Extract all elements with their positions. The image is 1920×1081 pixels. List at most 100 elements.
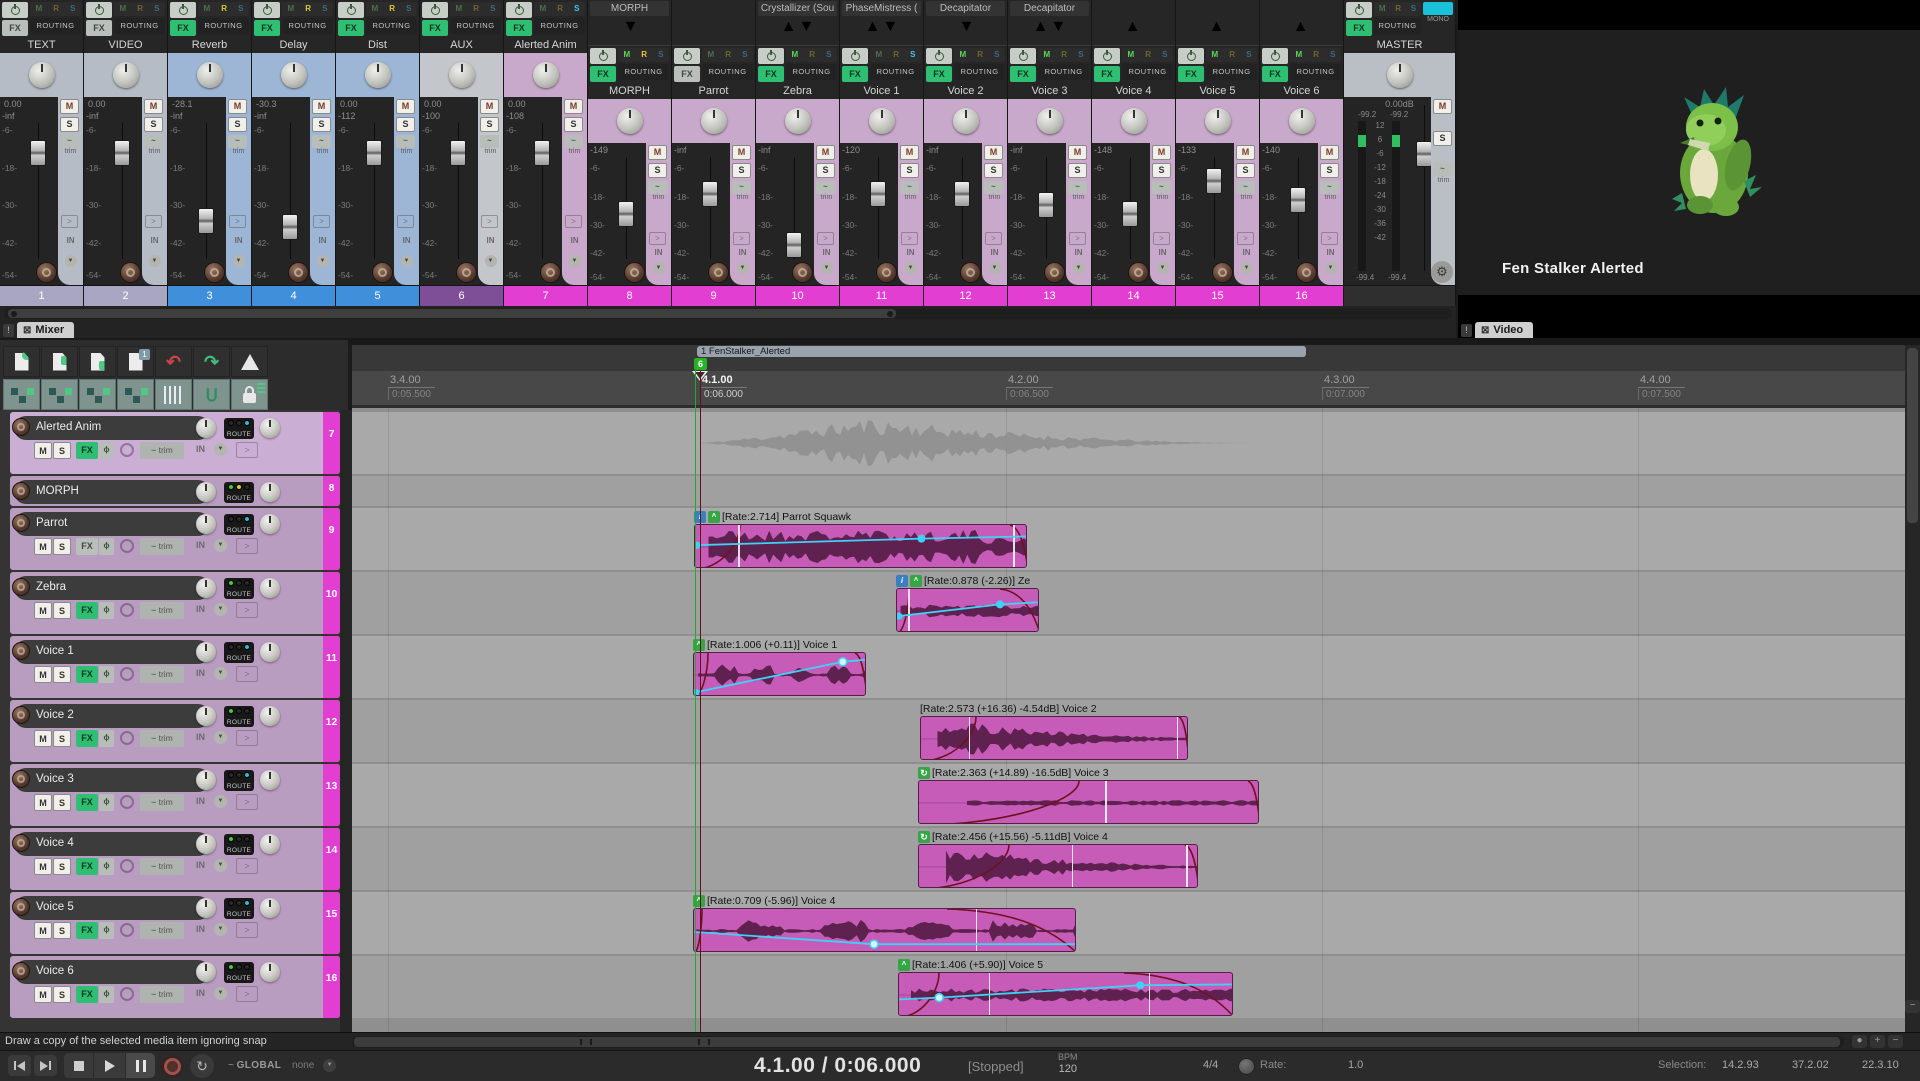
repeat-button[interactable]: ↻ xyxy=(190,1054,214,1078)
indicator-r[interactable]: R xyxy=(137,2,143,16)
track-number-band[interactable]: 4 xyxy=(252,285,335,306)
solo-button[interactable]: S xyxy=(732,163,751,178)
fx-button[interactable]: FX xyxy=(254,20,280,36)
routing-button[interactable]: ROUTING xyxy=(1290,64,1341,80)
indicator-m[interactable]: M xyxy=(540,2,547,16)
volume-fader[interactable] xyxy=(114,140,130,166)
envelope-button[interactable] xyxy=(120,987,134,1001)
group-items-button[interactable] xyxy=(79,379,116,410)
indicator-s[interactable]: S xyxy=(1411,2,1416,16)
input-menu-icon[interactable]: ▼ xyxy=(214,443,227,456)
input-menu-icon[interactable]: ▼ xyxy=(1073,262,1085,274)
record-arm-button[interactable] xyxy=(372,262,393,283)
route-button[interactable]: ROUTE xyxy=(224,834,254,855)
track-lane-voice-5[interactable] xyxy=(352,892,1905,954)
trim-envelope-button[interactable]: ~ trim xyxy=(140,666,184,683)
track-volume-knob[interactable] xyxy=(196,642,216,662)
volume-readout[interactable]: 0.00 xyxy=(340,99,358,109)
fx-insert-slot[interactable]: PhaseMistress (▲▼ xyxy=(840,0,923,46)
solo-button[interactable]: S xyxy=(53,986,71,1003)
input-menu-icon[interactable]: ▼ xyxy=(485,255,497,267)
record-arm-button[interactable] xyxy=(288,262,309,283)
monitor-button[interactable]: > xyxy=(236,858,258,874)
input-menu-icon[interactable]: ▼ xyxy=(214,731,227,744)
fx-insert-slot[interactable] xyxy=(672,0,755,46)
pan-knob[interactable] xyxy=(953,108,979,134)
locking-settings-button[interactable] xyxy=(231,379,268,410)
fx-button[interactable]: FX xyxy=(758,66,784,82)
track-name[interactable]: Voice 1 xyxy=(36,639,74,663)
fx-move-down-icon[interactable]: ▼ xyxy=(1051,18,1067,31)
input-menu-icon[interactable]: ▼ xyxy=(653,262,665,274)
track-number-band[interactable]: 10 xyxy=(323,572,340,634)
volume-fader[interactable] xyxy=(618,201,634,227)
mute-button[interactable]: M xyxy=(732,145,751,160)
input-button[interactable]: IN xyxy=(730,248,755,257)
pan-knob[interactable] xyxy=(113,62,139,88)
mixer-scrollbar[interactable] xyxy=(4,308,1452,319)
track-panel-voice-3[interactable]: Voice 3ROUTEMSFXϕ~ trimIN▼>13 xyxy=(10,764,340,826)
fx-button[interactable]: FX xyxy=(76,794,98,811)
strip-name[interactable]: Delay xyxy=(252,38,335,53)
record-arm-button[interactable] xyxy=(708,262,729,283)
input-menu-icon[interactable]: ▼ xyxy=(317,255,329,267)
track-volume-knob[interactable] xyxy=(196,418,216,438)
fx-button[interactable]: FX xyxy=(1178,66,1204,82)
track-number-band[interactable]: 16 xyxy=(323,956,340,1018)
peak-readout[interactable]: -inf xyxy=(674,145,687,155)
peak-readout[interactable]: -112 xyxy=(338,111,355,121)
input-menu-icon[interactable]: ▼ xyxy=(214,859,227,872)
record-arm-button[interactable] xyxy=(12,418,30,436)
fx-bypass-button[interactable]: ϕ xyxy=(99,442,114,459)
record-arm-button[interactable] xyxy=(12,482,30,500)
stretch-marker[interactable] xyxy=(969,717,971,759)
volume-fader[interactable] xyxy=(1122,201,1138,227)
track-number-band[interactable]: 8 xyxy=(588,285,671,306)
track-name[interactable]: Voice 3 xyxy=(36,767,74,791)
input-button[interactable]: IN xyxy=(196,796,205,806)
solo-button[interactable]: S xyxy=(53,666,71,683)
trim-button[interactable]: ~ xyxy=(984,181,1003,194)
pan-knob[interactable] xyxy=(1205,108,1231,134)
mute-button[interactable]: M xyxy=(144,99,163,114)
fx-insert-slot[interactable]: MORPH▼ xyxy=(588,0,671,46)
track-power-icon[interactable] xyxy=(590,48,616,64)
solo-button[interactable]: S xyxy=(228,117,247,132)
fx-button[interactable]: FX xyxy=(590,66,616,82)
solo-button[interactable]: S xyxy=(1433,131,1452,146)
track-number-band[interactable]: 13 xyxy=(1008,285,1091,306)
pan-knob[interactable] xyxy=(617,108,643,134)
receive-button[interactable]: > xyxy=(1237,232,1254,245)
pan-knob[interactable] xyxy=(785,108,811,134)
track-name[interactable]: Voice 6 xyxy=(36,959,74,983)
selection-end[interactable]: 37.2.02 xyxy=(1792,1059,1829,1071)
mixer-strip-voice-2[interactable]: Decapitator▼FXMRSROUTINGVoice 2-inf-6--1… xyxy=(924,0,1008,306)
metronome-button[interactable] xyxy=(231,346,268,377)
pan-knob[interactable] xyxy=(1387,62,1413,88)
trim-button[interactable]: ~ xyxy=(312,135,331,148)
indicator-m[interactable]: M xyxy=(372,2,379,16)
volume-fader[interactable] xyxy=(534,140,550,166)
indicator-r[interactable]: R xyxy=(473,2,479,16)
input-button[interactable]: IN xyxy=(196,540,205,550)
track-pan-knob[interactable] xyxy=(260,706,280,726)
go-to-end-button[interactable] xyxy=(34,1055,57,1076)
record-arm-button[interactable] xyxy=(12,898,30,916)
solo-button[interactable]: S xyxy=(1320,163,1339,178)
fx-insert-name[interactable]: PhaseMistress ( xyxy=(842,1,921,16)
zoom-in-button[interactable]: + xyxy=(1870,1035,1885,1048)
track-name[interactable]: MORPH xyxy=(36,479,79,503)
input-menu-icon[interactable]: ▼ xyxy=(214,539,227,552)
selection-length[interactable]: 22.3.10 xyxy=(1862,1059,1899,1071)
receive-button[interactable]: > xyxy=(1153,232,1170,245)
fader-track[interactable] xyxy=(710,157,711,259)
solo-button[interactable]: S xyxy=(53,922,71,939)
pan-knob[interactable] xyxy=(29,62,55,88)
track-volume-knob[interactable] xyxy=(196,962,216,982)
arrange-horizontal-scrollbar[interactable] xyxy=(352,1036,1844,1048)
input-menu-icon[interactable]: ▼ xyxy=(149,255,161,267)
peak-readout[interactable]: -inf xyxy=(758,145,771,155)
move-envelope-points-with-items-button[interactable] xyxy=(3,379,40,410)
solo-button[interactable]: S xyxy=(900,163,919,178)
mute-button[interactable]: M xyxy=(34,538,52,555)
